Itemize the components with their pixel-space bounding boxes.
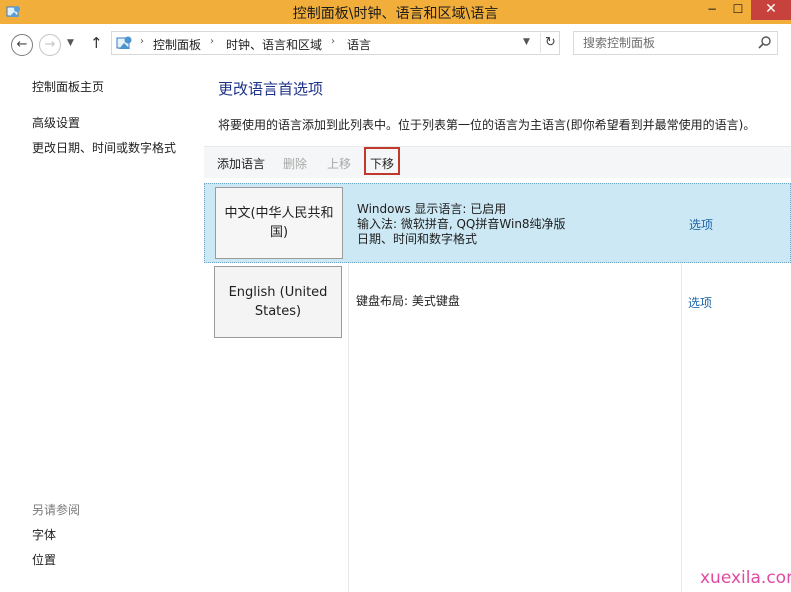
language-tile[interactable]: 中文(中华人民共和国) [215, 187, 343, 259]
back-button[interactable]: ← [11, 34, 33, 56]
search-icon[interactable] [757, 35, 772, 50]
language-tile[interactable]: English (United States) [214, 266, 342, 338]
language-row-english[interactable]: English (United States) 键盘布局: 美式键盘 选项 [204, 265, 791, 343]
search-box[interactable] [573, 31, 778, 55]
search-input[interactable] [574, 32, 754, 54]
sidebar-link-control-panel-home[interactable]: 控制面板主页 [32, 78, 104, 95]
address-bar[interactable]: › 控制面板 › 时钟、语言和区域 › 语言 ▼ ↻ [111, 31, 560, 55]
add-language-button[interactable]: 添加语言 [217, 155, 265, 172]
recent-locations-icon[interactable]: ▼ [67, 38, 74, 48]
language-detail-line: 输入法: 微软拼音, QQ拼音Win8纯净版 [357, 217, 566, 231]
language-detail-line: 日期、时间和数字格式 [357, 232, 478, 246]
window-title: 控制面板\时钟、语言和区域\语言 [292, 6, 499, 22]
navigation-bar: ← → ▼ ↑ › 控制面板 › 时钟、语言和区域 › 语言 ▼ ↻ [0, 24, 791, 64]
language-details: 键盘布局: 美式键盘 [356, 294, 460, 309]
page-description: 将要使用的语言添加到此列表中。位于列表第一位的语言为主语言(即你希望看到并最常使… [218, 118, 756, 132]
maximize-button[interactable]: ☐ [725, 0, 751, 20]
left-pane: 控制面板主页 高级设置 更改日期、时间或数字格式 另请参阅 字体 位置 [0, 64, 204, 592]
page-title: 更改语言首选项 [218, 80, 324, 98]
see-also-heading: 另请参阅 [32, 503, 81, 517]
breadcrumb-language[interactable]: 语言 [347, 36, 371, 53]
breadcrumb-clock-language-region[interactable]: 时钟、语言和区域 [226, 36, 322, 53]
language-details: Windows 显示语言: 已启用 输入法: 微软拼音, QQ拼音Win8纯净版… [357, 202, 566, 247]
breadcrumb-separator: › [140, 36, 144, 47]
breadcrumb-control-panel[interactable]: 控制面板 [153, 36, 201, 53]
language-list: 中文(中华人民共和国) Windows 显示语言: 已启用 输入法: 微软拼音,… [204, 182, 791, 592]
refresh-icon[interactable]: ↻ [540, 33, 560, 53]
remove-button[interactable]: 删除 [283, 155, 307, 172]
sidebar-link-advanced-settings[interactable]: 高级设置 [32, 114, 80, 131]
up-button[interactable]: ↑ [90, 34, 103, 52]
move-up-button[interactable]: 上移 [327, 155, 351, 172]
sidebar-link-change-date-time-format[interactable]: 更改日期、时间或数字格式 [32, 139, 176, 156]
language-toolbar: 添加语言 删除 上移 下移 [204, 146, 791, 178]
close-button[interactable]: ✕ [751, 0, 791, 20]
language-detail-line: 键盘布局: 美式键盘 [356, 294, 460, 308]
control-panel-icon [116, 36, 132, 49]
options-link[interactable]: 选项 [689, 216, 713, 233]
chevron-down-icon[interactable]: ▼ [523, 37, 530, 47]
sidebar-link-fonts[interactable]: 字体 [32, 526, 56, 543]
watermark-text: xuexila.com [700, 568, 791, 588]
breadcrumb-separator: › [331, 36, 335, 47]
language-detail-line: Windows 显示语言: 已启用 [357, 202, 507, 216]
title-bar: 控制面板\时钟、语言和区域\语言 − ☐ ✕ [0, 0, 791, 24]
minimize-button[interactable]: − [699, 0, 725, 20]
language-row-chinese[interactable]: 中文(中华人民共和国) Windows 显示语言: 已启用 输入法: 微软拼音,… [204, 183, 791, 263]
options-link[interactable]: 选项 [688, 294, 712, 311]
breadcrumb-separator: › [210, 36, 214, 47]
forward-button[interactable]: → [39, 34, 61, 56]
sidebar-link-location[interactable]: 位置 [32, 551, 56, 568]
move-down-highlight-box [364, 147, 400, 175]
